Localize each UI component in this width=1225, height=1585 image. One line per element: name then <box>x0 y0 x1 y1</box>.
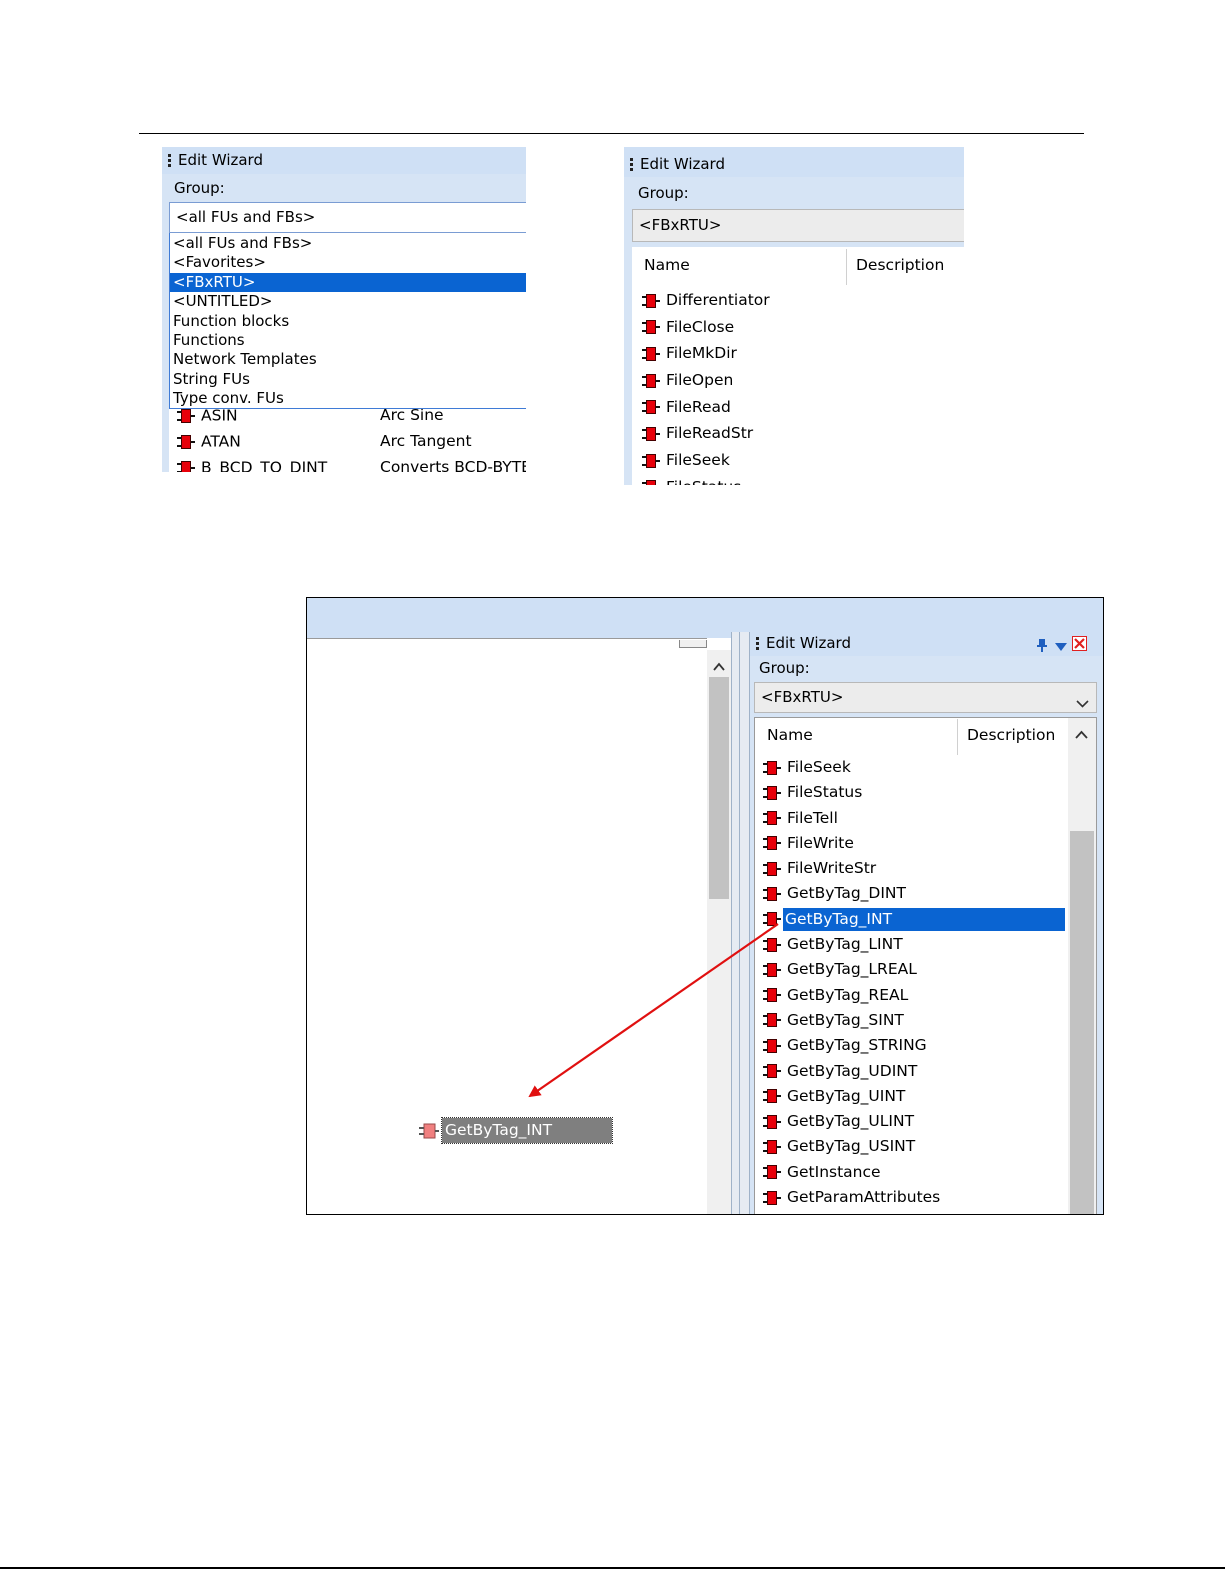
dropdown-item[interactable]: <FBxRTU> <box>170 272 526 293</box>
list-item[interactable]: ATAN Arc Tangent <box>169 428 526 454</box>
editor-window: Edit Wizard Group: <FBxRTU> Name Descrip… <box>306 597 1104 1215</box>
panel-title: Edit Wizard <box>640 155 725 173</box>
item-name: FileClose <box>666 317 735 336</box>
drag-arrow <box>528 923 779 1098</box>
function-block-icon <box>177 434 195 450</box>
list-item[interactable]: B_BCD_TO_DINT Converts BCD-BYTE <box>169 454 526 472</box>
column-header-name[interactable]: Name <box>644 256 690 274</box>
group-combo[interactable]: <FBxRTU> <box>632 209 964 242</box>
bottom-rule <box>0 1567 1225 1569</box>
column-divider <box>846 249 847 285</box>
function-block-icon <box>642 346 660 362</box>
dropdown-item[interactable]: <UNTITLED> <box>170 292 526 311</box>
item-name: FileOpen <box>666 371 734 390</box>
item-description: Arc Tangent <box>380 432 472 450</box>
item-name: Differentiator <box>666 291 770 310</box>
item-name: FileSeek <box>666 451 730 470</box>
function-block-icon <box>642 293 660 309</box>
item-description: Converts BCD-BYTE <box>380 458 526 472</box>
list-item[interactable]: FileStatus <box>642 474 962 485</box>
dropdown-item[interactable]: Functions <box>170 331 526 350</box>
function-block-icon <box>642 399 660 415</box>
grip-icon <box>168 152 172 169</box>
function-block-icon <box>642 373 660 389</box>
dropdown-item[interactable]: Network Templates <box>170 350 526 369</box>
column-header-description[interactable]: Description <box>856 256 944 274</box>
function-list: ASIN Arc Sine ATAN Arc Tangent B_BCD_TO_DINT… <box>169 402 526 472</box>
item-name: FileRead <box>666 397 731 416</box>
item-name: ATAN <box>201 432 241 451</box>
list-item[interactable]: FileOpen <box>642 367 962 394</box>
item-name: ASIN <box>201 406 238 425</box>
function-block-icon <box>177 408 195 424</box>
function-block-icon <box>177 460 195 472</box>
function-block-icon <box>642 426 660 442</box>
item-name: FileMkDir <box>666 344 737 363</box>
group-dropdown-list[interactable]: <all FUs and FBs> <Favorites> <FBxRTU> <UNT… <box>169 233 526 409</box>
dropdown-item[interactable]: Type conv. FUs <box>170 389 526 408</box>
item-name: FileStatus <box>666 478 741 485</box>
function-block-icon <box>642 453 660 469</box>
dropdown-item[interactable]: Function blocks <box>170 312 526 331</box>
list-item[interactable]: FileRead <box>642 394 962 421</box>
list-item[interactable]: Differentiator <box>642 287 962 314</box>
list-item[interactable]: FileReadStr <box>642 420 962 447</box>
top-rule <box>139 133 1084 134</box>
dropdown-item[interactable]: <all FUs and FBs> <box>170 234 526 253</box>
dropdown-item[interactable]: <Favorites> <box>170 253 526 272</box>
function-block-icon <box>642 319 660 335</box>
list-item[interactable]: FileMkDir <box>642 340 962 367</box>
group-label: Group: <box>174 179 225 197</box>
list-item[interactable]: FileSeek <box>642 447 962 474</box>
group-combo[interactable]: <all FUs and FBs> <box>169 202 526 233</box>
edit-wizard-panel-2: Edit Wizard Group: <FBxRTU> Name Descrip… <box>624 147 964 485</box>
edit-wizard-panel-1: Edit Wizard Group: <all FUs and FBs> ASI… <box>162 147 526 472</box>
item-name: FileReadStr <box>666 424 754 443</box>
edit-wizard-title-bar[interactable]: Edit Wizard <box>624 147 964 177</box>
group-label: Group: <box>638 184 689 202</box>
grip-icon <box>630 156 634 173</box>
list-item[interactable]: FileClose <box>642 314 962 341</box>
item-name: B_BCD_TO_DINT <box>201 458 328 473</box>
edit-wizard-title-bar[interactable]: Edit Wizard <box>162 147 526 174</box>
function-block-icon <box>642 479 660 485</box>
function-list[interactable]: Name Description Differentiator FileClose… <box>632 247 964 485</box>
panel-title: Edit Wizard <box>178 151 263 169</box>
dropdown-item[interactable]: String FUs <box>170 370 526 389</box>
